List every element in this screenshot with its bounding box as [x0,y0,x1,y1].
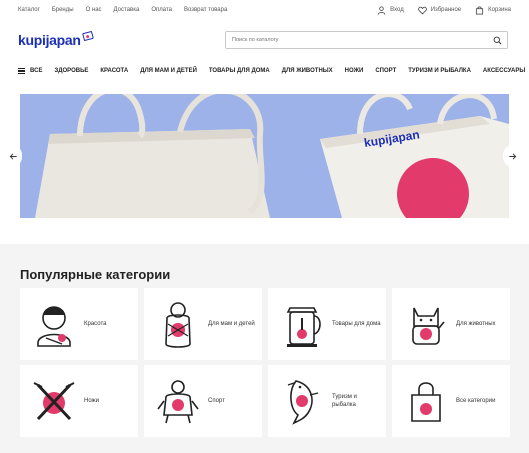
link-brands[interactable]: Бренды [52,7,74,13]
nav-item-knives[interactable]: Ножи [345,68,364,74]
popular-categories: Популярные категории Красота Для мам и д… [0,244,529,453]
kettle-icon [286,307,321,347]
nav-item-all[interactable]: Все [18,68,42,74]
info-links: Каталог Бренды О нас Доставка Оплата Воз… [18,7,227,13]
nav-item-beauty[interactable]: Красота [100,68,128,74]
favorites-label: Избранное [430,7,462,13]
nav-item-label: Все [30,68,43,74]
category-card-pets[interactable]: Для животных [392,288,510,360]
link-about[interactable]: О нас [86,7,102,13]
category-nav: Все Здоровье Красота Для мам и детей Тов… [0,60,529,82]
shopping-bag-icon [411,382,441,422]
search-box [225,31,508,49]
lucky-cat-icon [412,307,445,345]
arrow-left-icon [9,152,17,160]
link-payment[interactable]: Оплата [151,7,172,13]
link-returns[interactable]: Возврат товара [184,7,227,13]
arrow-right-icon [508,152,516,160]
hero-banner[interactable]: kupijapan [20,94,509,218]
category-label: Туризм и рыбалка [332,393,357,408]
link-delivery[interactable]: Доставка [114,7,140,13]
category-label: Для животных [456,320,496,327]
category-card-beauty[interactable]: Красота [20,288,138,360]
geisha-icon [37,306,71,347]
nav-item-pets[interactable]: Для животных [282,68,333,74]
category-label: Товары для дома [332,320,381,327]
baby-icon [165,302,191,348]
cart-icon [476,6,484,15]
sumo-icon [157,380,199,424]
category-card-tourism[interactable]: Туризм и рыбалка [268,365,386,437]
user-icon [377,5,386,15]
category-card-home[interactable]: Товары для дома [268,288,386,360]
category-card-all[interactable]: Все категории [392,365,510,437]
nav-item-accessories[interactable]: Аксессуары [483,68,525,74]
category-label: Ножи [84,397,99,404]
koi-fish-icon [287,380,319,425]
section-title: Популярные категории [20,267,171,282]
heart-icon [417,6,427,15]
user-links: Вход Избранное Корзина [377,5,511,15]
menu-icon [18,68,25,74]
hero-next-button[interactable] [503,145,521,167]
nav-item-tourism[interactable]: Туризм и рыбалка [408,68,471,74]
category-label: Спорт [208,397,225,404]
login-label: Вход [390,7,404,13]
top-links-bar: Каталог Бренды О нас Доставка Оплата Воз… [0,0,529,20]
search-icon[interactable] [493,36,502,45]
category-label: Красота [84,320,107,327]
knives-icon [33,382,75,421]
favorites-link[interactable]: Избранное [417,6,462,15]
nav-item-moms-kids[interactable]: Для мам и детей [140,68,197,74]
nav-item-home[interactable]: Товары для дома [209,68,270,74]
category-card-knives[interactable]: Ножи [20,365,138,437]
tote-bags-image: kupijapan [20,94,509,218]
site-logo[interactable]: kupijapan [18,30,94,48]
cart-link[interactable]: Корзина [475,6,511,15]
category-grid: Красота Для мам и детей Товары для дома [20,288,513,437]
hero-prev-button[interactable] [4,145,22,167]
cart-label: Корзина [488,7,511,13]
search-input[interactable] [232,37,482,43]
category-label: Все категории [456,397,496,404]
nav-item-health[interactable]: Здоровье [54,68,88,74]
category-label: Для мам и детей [208,320,255,327]
header: kupijapan [0,20,529,60]
login-link[interactable]: Вход [377,5,404,15]
logo-tag-icon [81,30,94,42]
link-catalog[interactable]: Каталог [18,7,40,13]
nav-item-sport[interactable]: Спорт [375,68,396,74]
category-card-sport[interactable]: Спорт [144,365,262,437]
category-card-moms-kids[interactable]: Для мам и детей [144,288,262,360]
logo-text: kupijapan [18,32,81,48]
